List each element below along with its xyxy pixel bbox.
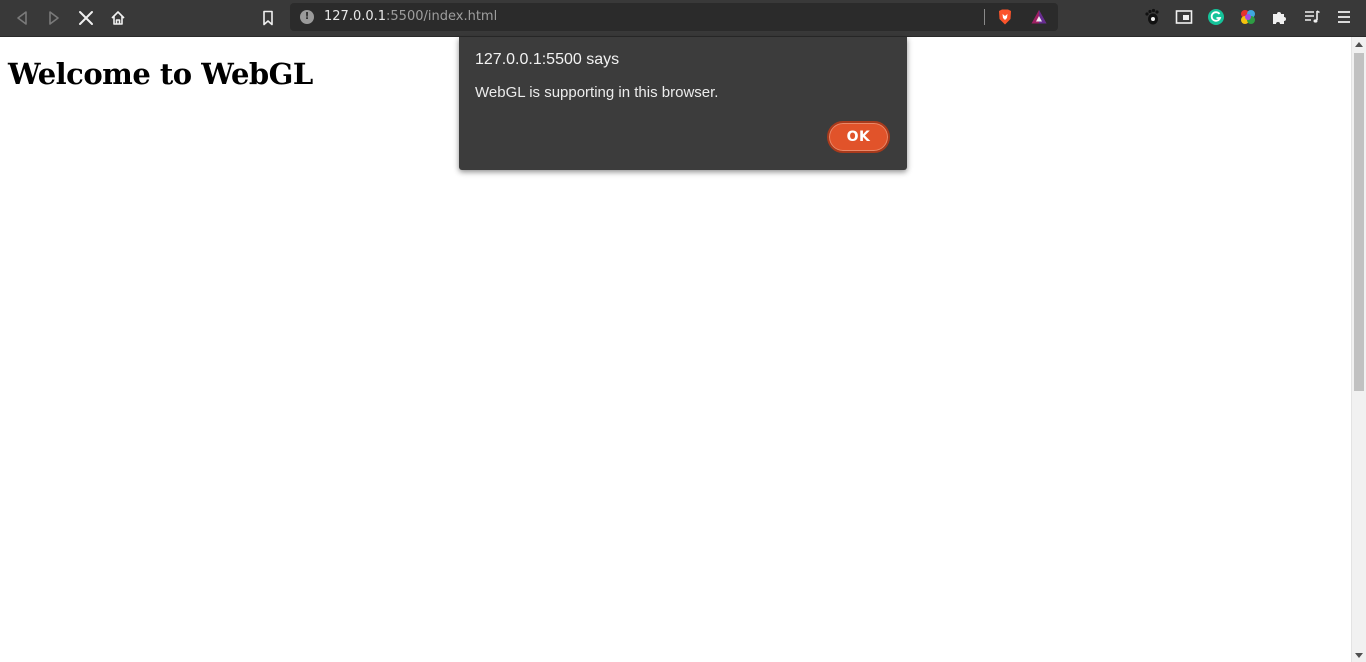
menu-icon[interactable] [1335,8,1353,26]
stop-icon [79,11,93,25]
scroll-down-arrow-icon[interactable] [1355,653,1363,658]
address-bar-divider [984,9,985,25]
stop-button[interactable] [72,4,100,32]
info-icon[interactable]: ! [300,10,314,24]
alert-dialog: 127.0.0.1:5500 says WebGL is supporting … [459,37,907,170]
brave-rewards-icon[interactable] [1030,8,1048,26]
browser-toolbar: ! 127.0.0.1:5500/index.html [0,0,1366,37]
url-text[interactable]: 127.0.0.1:5500/index.html [324,3,497,31]
bookmark-icon [263,10,273,26]
scroll-up-arrow-icon[interactable] [1355,42,1363,47]
playlist-icon[interactable] [1303,8,1321,26]
dialog-title: 127.0.0.1:5500 says [475,51,620,68]
forward-icon [49,11,59,25]
forward-button[interactable] [40,4,68,32]
home-icon [111,11,125,25]
picture-in-picture-icon[interactable] [1175,8,1193,26]
url-path: :5500/index.html [386,9,498,24]
address-bar[interactable]: ! 127.0.0.1:5500/index.html [290,3,1058,31]
puzzle-icon[interactable] [1271,8,1289,26]
scrollbar-thumb[interactable] [1354,53,1364,391]
vertical-scrollbar[interactable] [1351,37,1366,662]
url-host: 127.0.0.1 [324,9,387,24]
dialog-message: WebGL is supporting in this browser. [475,84,719,101]
ok-button[interactable]: OK [827,121,890,153]
back-button[interactable] [8,4,36,32]
color-wheel-icon[interactable] [1239,8,1257,26]
grammarly-icon[interactable] [1207,8,1225,26]
back-icon [17,11,27,25]
page-heading: Welcome to WebGL [8,57,313,91]
home-button[interactable] [104,4,132,32]
brave-shields-icon[interactable] [996,8,1014,26]
gnome-foot-icon[interactable] [1143,8,1161,26]
bookmark-button[interactable] [254,4,282,32]
